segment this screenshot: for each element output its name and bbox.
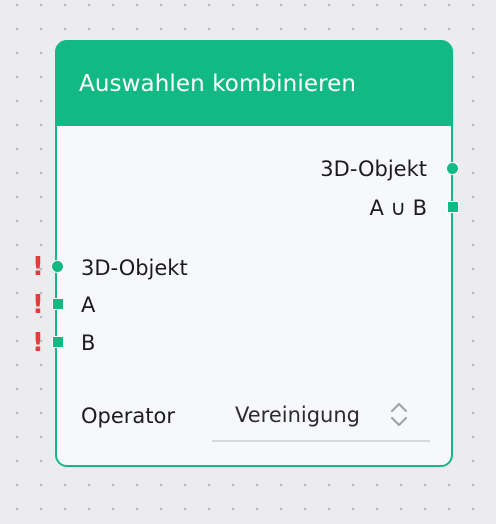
chevron-up-down-icon bbox=[390, 402, 408, 427]
input-socket-3d-object[interactable] bbox=[51, 260, 64, 273]
node-title: Auswahlen kombinieren bbox=[79, 71, 357, 97]
output-socket-3d-object[interactable] bbox=[446, 162, 459, 175]
input-label-b: B bbox=[81, 331, 96, 355]
operator-select[interactable]: Vereinigung bbox=[212, 396, 430, 442]
node-header[interactable]: Auswahlen kombinieren bbox=[55, 40, 453, 126]
warning-icon: ! bbox=[32, 252, 44, 282]
output-label-union: A ∪ B bbox=[369, 196, 428, 220]
operator-select-value: Vereinigung bbox=[235, 403, 361, 427]
warning-icon: ! bbox=[32, 328, 44, 358]
input-label-a: A bbox=[81, 293, 96, 317]
combine-selections-node[interactable]: Auswahlen kombinieren 3D-Objekt A ∪ B ! … bbox=[32, 40, 459, 467]
output-label-3d-object: 3D-Objekt bbox=[320, 157, 427, 181]
input-label-3d-object: 3D-Objekt bbox=[81, 256, 188, 280]
input-socket-a[interactable] bbox=[52, 298, 64, 310]
operator-label: Operator bbox=[81, 404, 175, 428]
warning-icon: ! bbox=[32, 290, 44, 320]
output-socket-union[interactable] bbox=[447, 201, 459, 213]
input-socket-b[interactable] bbox=[52, 336, 64, 348]
